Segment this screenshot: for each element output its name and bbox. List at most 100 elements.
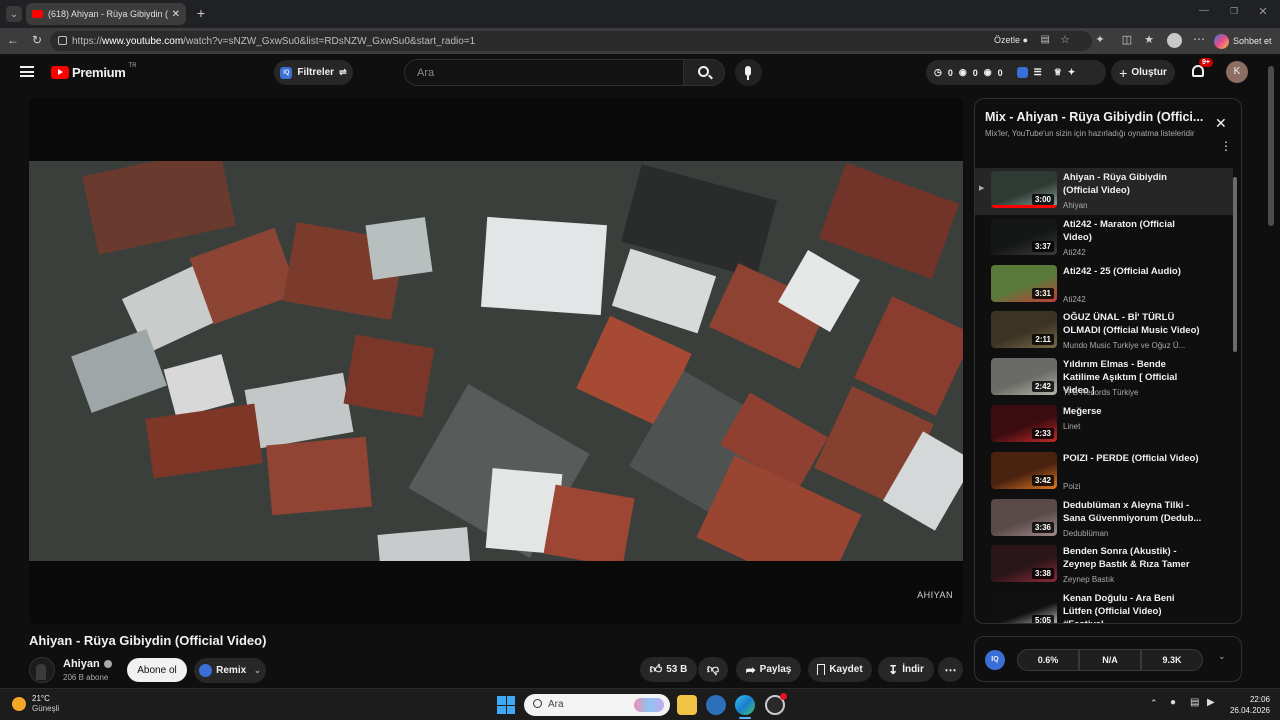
- favorites-icon[interactable]: ★: [1142, 33, 1156, 46]
- channel-name-row[interactable]: Ahiyan: [63, 658, 112, 670]
- playlist-item-title[interactable]: Kenan Doğulu - Ara Beni Lütfen (Official…: [1063, 592, 1203, 623]
- playlist-thumbnail[interactable]: 3:00: [991, 171, 1057, 208]
- playlist-item-title[interactable]: POIZI - PERDE (Official Video): [1063, 452, 1203, 465]
- playlist-item-channel: Poizi: [1063, 481, 1081, 491]
- browser-tab[interactable]: (618) Ahiyan - Rüya Gibiydin (Offic ✕: [26, 3, 186, 25]
- playlist-item[interactable]: ▶ 3:00 Ahiyan - Rüya Gibiydin (Official Vi…: [975, 168, 1233, 215]
- search-input[interactable]: Ara: [417, 67, 434, 79]
- share-button[interactable]: ➦ Paylaş: [736, 657, 801, 682]
- more-actions-button[interactable]: ⋯: [938, 657, 963, 682]
- playlist-item-title[interactable]: Dedublüman x Aleyna Tilki - Sana Güvenmi…: [1063, 499, 1203, 525]
- channel-avatar[interactable]: [29, 657, 55, 683]
- subscribe-button[interactable]: Abone ol: [127, 658, 187, 682]
- microphone-tray-icon[interactable]: ●: [1170, 697, 1176, 708]
- copilot-chat-button[interactable]: Sohbet et: [1214, 32, 1276, 50]
- create-button[interactable]: + Oluştur: [1111, 60, 1175, 85]
- restore-icon[interactable]: ❐: [1226, 6, 1242, 17]
- search-button[interactable]: [683, 59, 725, 86]
- notifications-button[interactable]: 9+: [1190, 58, 1213, 83]
- volume-icon[interactable]: ▶: [1207, 697, 1215, 708]
- playlist-item-title[interactable]: Meğerse: [1063, 405, 1203, 418]
- playlist-item[interactable]: 3:42 POIZI - PERDE (Official Video) Poizi: [975, 449, 1233, 496]
- video-player[interactable]: AHIYAN: [29, 98, 963, 624]
- playlist-thumbnail[interactable]: 2:33: [991, 405, 1057, 442]
- subscribe-label: Abone ol: [137, 664, 177, 676]
- taskbar-search[interactable]: Ara: [524, 694, 670, 716]
- playlist-scrollbar[interactable]: [1233, 177, 1237, 352]
- playlist-item[interactable]: 3:37 Ati242 - Maraton (Official Video) Ati…: [975, 215, 1233, 262]
- playlist-item-title[interactable]: Ahiyan - Rüya Gibiydin (Official Video): [1063, 171, 1203, 197]
- back-icon[interactable]: ←: [6, 33, 20, 47]
- playlist-menu-icon[interactable]: ⋮: [1220, 140, 1232, 152]
- site-info-icon[interactable]: [58, 36, 67, 45]
- playlist-item-title[interactable]: OĞUZ ÜNAL - Bİ' TÜRLÜ OLMADI (Official M…: [1063, 311, 1203, 337]
- more-menu-icon[interactable]: ⋯: [1192, 32, 1206, 46]
- youtube-play-icon: [51, 66, 69, 79]
- close-playlist-icon[interactable]: ✕: [1215, 115, 1227, 132]
- reload-icon[interactable]: ↻: [30, 33, 44, 47]
- sparkle-icon: ✦: [1067, 67, 1076, 77]
- playlist-item[interactable]: 2:42 Yıldırım Elmas - Bende Katilime Aşık…: [975, 355, 1233, 402]
- network-icon[interactable]: ▤: [1190, 697, 1199, 708]
- favorite-star-icon[interactable]: ☆: [1060, 33, 1070, 46]
- tab-list-icon[interactable]: ⌄: [6, 6, 22, 22]
- file-explorer-icon[interactable]: [677, 695, 697, 715]
- app-icon-notification[interactable]: [765, 693, 787, 715]
- playlist-item[interactable]: 3:38 Benden Sonra (Akustik) - Zeynep Bast…: [975, 542, 1233, 589]
- playlist-item[interactable]: 3:36 Dedublüman x Aleyna Tilki - Sana Güv…: [975, 496, 1233, 543]
- profile-avatar[interactable]: [1167, 33, 1182, 48]
- app-icon-blue[interactable]: [706, 695, 726, 715]
- search-box[interactable]: Ara: [404, 59, 684, 86]
- extension-counter-pill[interactable]: ◷ 0 ◉ 0 ◉ 0 ☰ ♕ ✦: [926, 60, 1106, 85]
- clock[interactable]: 22:06 26.04.2026: [1228, 694, 1270, 716]
- download-button[interactable]: ↧ İndir: [878, 657, 934, 682]
- window-close-icon[interactable]: ✕: [1255, 5, 1271, 18]
- page-scrollbar[interactable]: [1268, 66, 1274, 226]
- playlist-item[interactable]: 3:31 Ati242 - 25 (Official Audio) Ati242: [975, 262, 1233, 309]
- playlist-thumbnail[interactable]: 2:42: [991, 358, 1057, 396]
- save-label: Kaydet: [829, 664, 863, 675]
- playlist-thumbnail[interactable]: 2:11: [991, 311, 1057, 349]
- channel-name[interactable]: Ahiyan: [63, 658, 100, 670]
- url-field[interactable]: https://www.youtube.com/watch?v=sNZW_Gxw…: [50, 31, 1092, 51]
- edge-browser-icon[interactable]: [735, 695, 755, 715]
- tray-chevron-icon[interactable]: ⌃: [1150, 698, 1158, 709]
- youtube-header: Premium TR IQ Filtreler ⇌ Ara ◷ 0 ◉ 0 ◉ 0 ☰…: [0, 54, 1280, 226]
- youtube-logo[interactable]: Premium TR: [51, 63, 137, 80]
- filters-button[interactable]: IQ Filtreler ⇌: [274, 60, 353, 85]
- summarize-button[interactable]: Özetle ●: [994, 35, 1028, 45]
- guide-menu-icon[interactable]: [20, 66, 34, 77]
- playlist-thumbnail[interactable]: 3:36: [991, 498, 1057, 536]
- playlist-item-channel: Ati242: [1063, 247, 1086, 257]
- iq-logo-icon[interactable]: IQ: [985, 650, 1005, 670]
- playlist-item[interactable]: 2:33 Meğerse Linet: [975, 402, 1233, 449]
- playlist-thumbnail[interactable]: 3:38: [991, 545, 1057, 583]
- video-frame[interactable]: [29, 161, 963, 561]
- playlist-item-channel: Mundo Music Turkiye ve Oğuz Ü...: [1063, 341, 1186, 351]
- playlist-item[interactable]: 2:11 OĞUZ ÜNAL - Bİ' TÜRLÜ OLMADI (Offici…: [975, 308, 1233, 355]
- playlist-thumbnail[interactable]: 3:42: [991, 451, 1057, 489]
- playlist-thumbnail[interactable]: 5:05: [991, 592, 1057, 623]
- new-tab-icon[interactable]: +: [193, 5, 209, 21]
- read-aloud-icon[interactable]: ▤: [1041, 34, 1050, 45]
- extensions-icon[interactable]: ✦: [1093, 33, 1107, 46]
- remix-button[interactable]: Remix ⌄: [194, 658, 266, 683]
- voice-search-button[interactable]: [735, 59, 762, 86]
- playlist-item-title[interactable]: Benden Sonra (Akustik) - Zeynep Bastık &…: [1063, 545, 1203, 571]
- playlist-item-title[interactable]: Ati242 - 25 (Official Audio): [1063, 265, 1203, 278]
- like-button[interactable]: 👍︎ 53 B: [640, 657, 697, 682]
- dislike-button[interactable]: 👎︎: [698, 657, 728, 682]
- playlist-item[interactable]: 5:05 Kenan Doğulu - Ara Beni Lütfen (Offi…: [975, 589, 1233, 623]
- expand-chevron-icon[interactable]: ⌄: [1218, 651, 1226, 662]
- playlist-thumbnail[interactable]: 3:31: [991, 264, 1057, 302]
- playlist-thumbnail[interactable]: 3:37: [991, 217, 1057, 255]
- start-button[interactable]: [497, 696, 515, 714]
- split-screen-icon[interactable]: ◫: [1120, 33, 1134, 46]
- close-tab-icon[interactable]: ✕: [172, 9, 180, 20]
- playlist-item-title[interactable]: Ati242 - Maraton (Official Video): [1063, 218, 1203, 244]
- minimize-icon[interactable]: —: [1196, 5, 1212, 16]
- account-avatar[interactable]: K: [1226, 61, 1248, 83]
- sliders-icon: ⇌: [339, 67, 347, 77]
- save-button[interactable]: Kaydet: [808, 657, 872, 682]
- weather-widget[interactable]: 21°C Güneşli: [12, 694, 59, 714]
